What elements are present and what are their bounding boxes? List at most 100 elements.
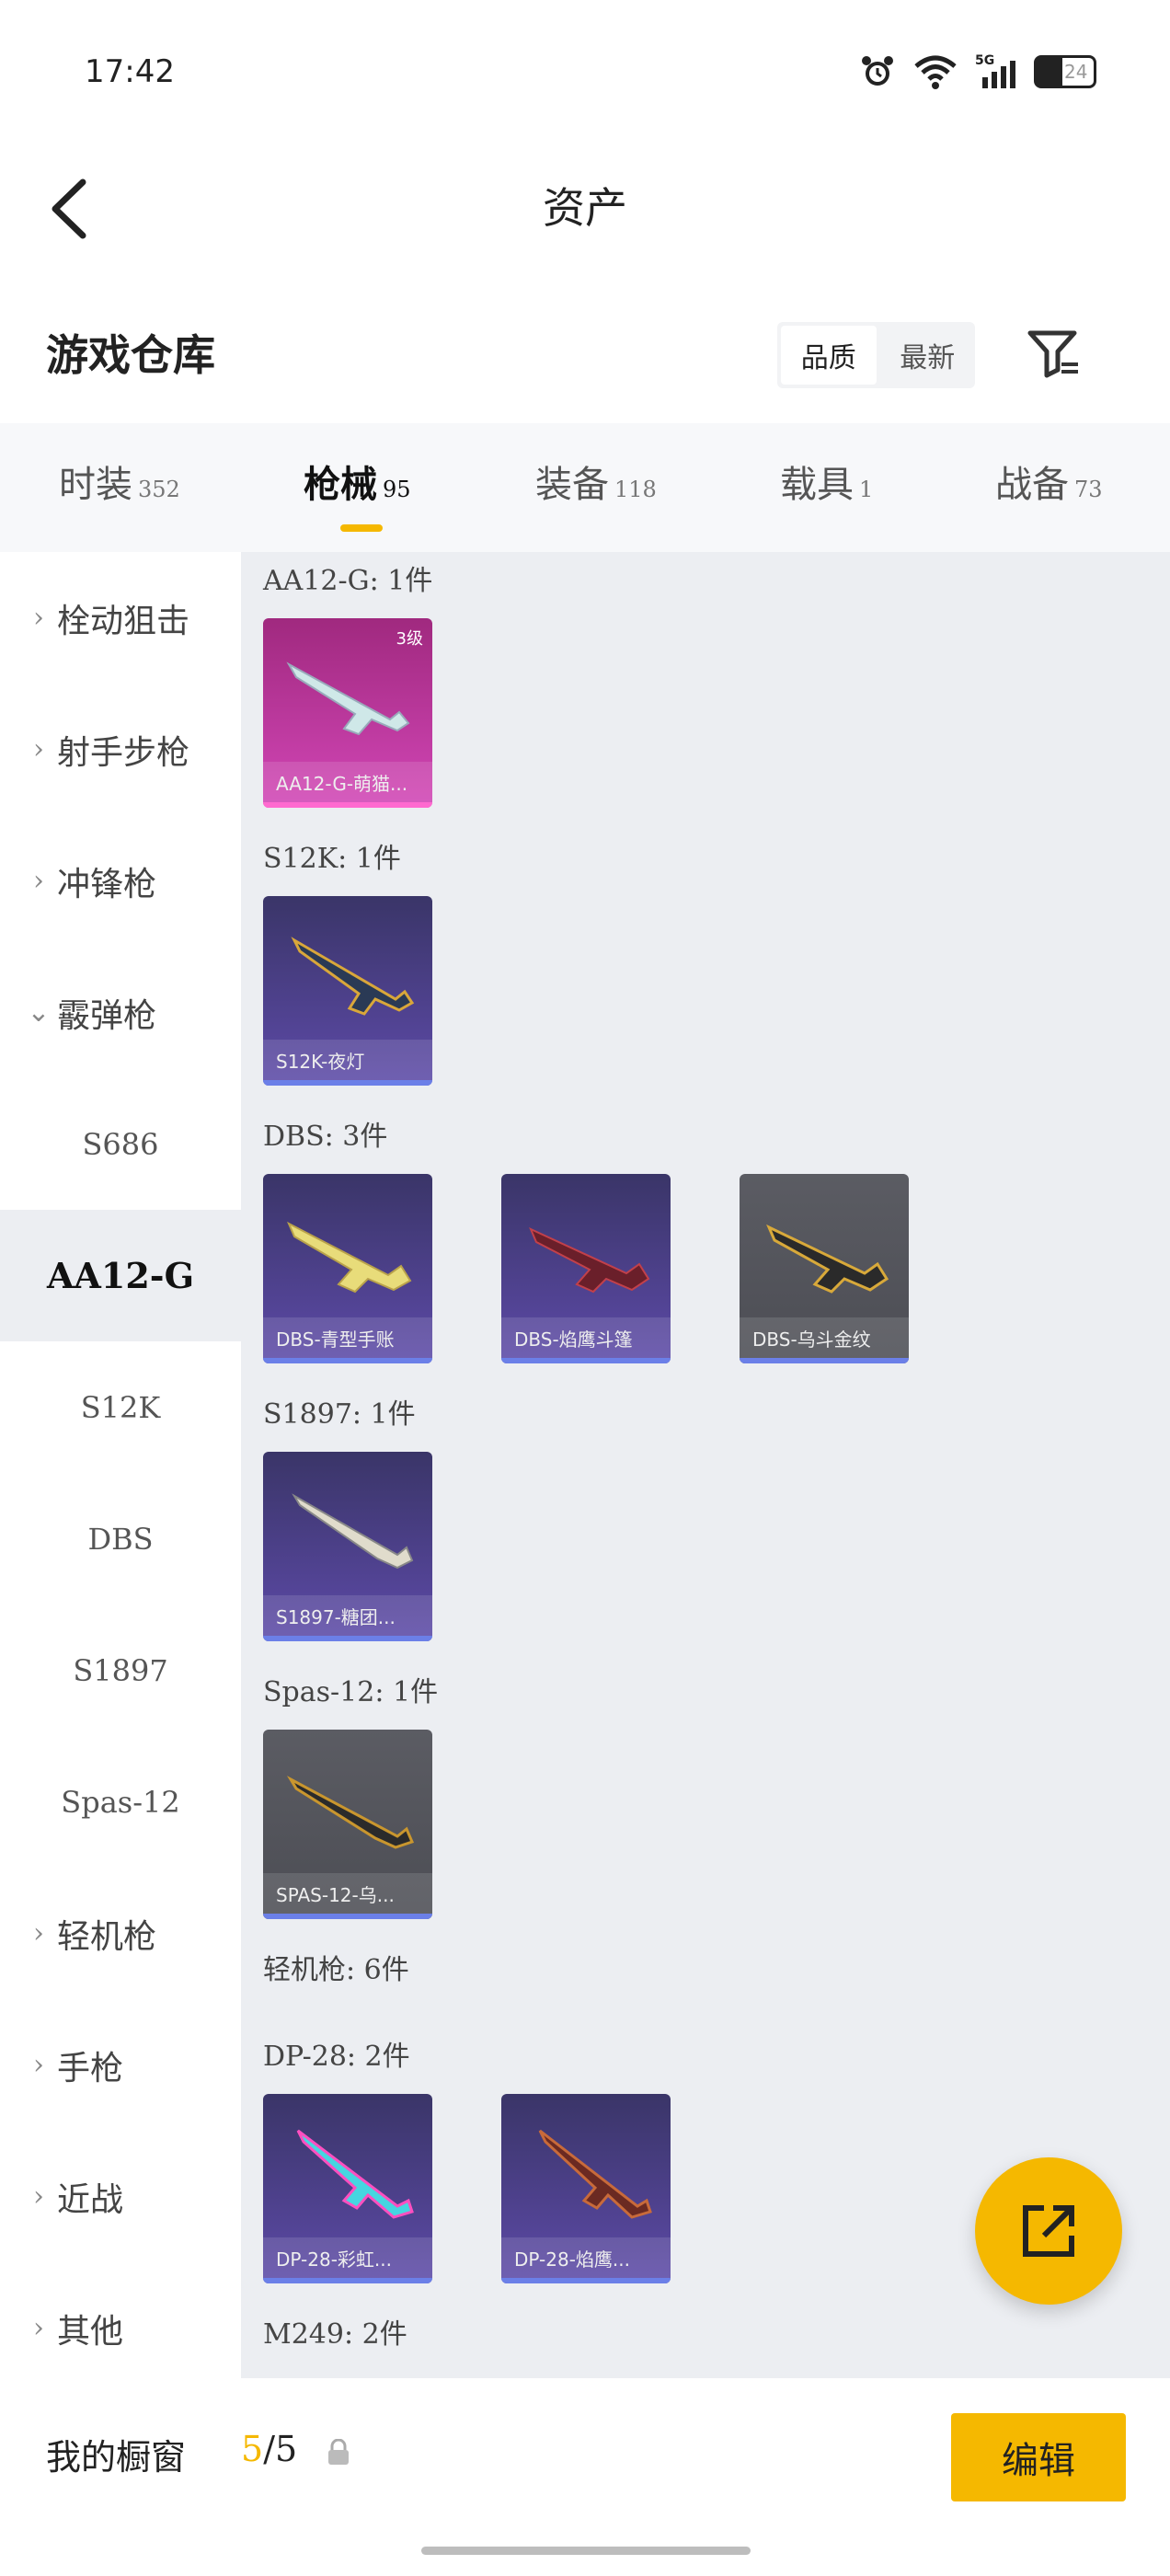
sidebar-subitem-s1897[interactable]: S1897 (0, 1604, 241, 1736)
warehouse-row: 游戏仓库 品质 最新 (0, 276, 1170, 423)
showcase-total: /5 (263, 2429, 298, 2469)
sidebar-item-melee[interactable]: › 近战 (0, 2131, 241, 2262)
weapon-card[interactable]: S1897-糖团... (263, 1452, 432, 1641)
edit-button[interactable]: 编辑 (951, 2413, 1126, 2501)
showcase-bar: 我的橱窗 5/5 编辑 (0, 2378, 1170, 2576)
shotgun-icon (529, 1227, 650, 1294)
share-button[interactable] (975, 2157, 1122, 2305)
sidebar-item-smg[interactable]: › 冲锋枪 (0, 815, 241, 947)
weapon-name: DBS-焰鹰斗篷 (501, 1317, 671, 1358)
group-label: Spas-12: 1件 (263, 1676, 439, 1708)
sidebar-item-bolt-sniper[interactable]: › 栓动狙击 (0, 552, 241, 684)
sort-latest-option[interactable]: 最新 (880, 322, 976, 388)
lock-icon (327, 2438, 350, 2470)
tab-label: 枪械 (304, 463, 377, 506)
category-tabs: 时装 352 枪械 95 装备 118 载具 1 战备 73 (0, 423, 1170, 552)
sidebar-item-other[interactable]: › 其他 (0, 2262, 241, 2394)
group-label: DBS: 3件 (263, 1121, 388, 1153)
group-label: M249: 2件 (263, 2318, 407, 2351)
sidebar-subitem-dbs[interactable]: DBS (0, 1473, 241, 1604)
shotgun-icon (292, 1493, 414, 1570)
group-label: S12K: 1件 (263, 843, 401, 875)
sidebar-item-label: 栓动狙击 (57, 602, 190, 640)
showcase-current: 5 (241, 2429, 264, 2469)
sidebar-item-label: 霰弹枪 (57, 996, 157, 1035)
tab-label: 时装 (59, 464, 132, 506)
sidebar-item-label: 轻机枪 (57, 1917, 157, 1956)
tab-count: 1 (859, 477, 874, 502)
tab-label: 载具 (780, 464, 854, 506)
sidebar-item-label: 冲锋枪 (57, 865, 157, 903)
sort-toggle: 品质 最新 (777, 322, 975, 388)
weapon-name: DBS-乌斗金纹 (740, 1317, 909, 1358)
lmg-icon (296, 2129, 414, 2219)
weapon-category-sidebar: › 栓动狙击 › 射手步枪 › 冲锋枪 ⌄ 霰弹枪 S686 AA12-G S1… (0, 552, 241, 2378)
sidebar-item-label: DBS (87, 1521, 154, 1557)
sidebar-subitem-aa12g[interactable]: AA12-G (0, 1210, 241, 1341)
weapon-card[interactable]: DBS-青型手账 (263, 1174, 432, 1363)
weapon-name: SPAS-12-乌... (263, 1873, 432, 1914)
lmg-icon (538, 2129, 652, 2219)
sidebar-subitem-s12k[interactable]: S12K (0, 1341, 241, 1473)
chevron-right-icon: › (33, 2180, 44, 2213)
group-label: 轻机枪: 6件 (263, 1954, 409, 1986)
weapon-content: AA12-G: 1件 3级 AA12-G-萌猫... S12K: 1件 S12K… (241, 552, 1170, 2378)
sidebar-item-label: S686 (82, 1126, 159, 1162)
sort-quality-option[interactable]: 品质 (781, 326, 877, 385)
status-icons: 5G 24 (859, 53, 1096, 90)
chevron-right-icon: › (33, 2312, 44, 2344)
filter-button[interactable] (1021, 322, 1087, 388)
showcase-label: 我的橱窗 (46, 2437, 187, 2478)
tab-vehicles[interactable]: 载具 1 (780, 454, 873, 508)
chevron-right-icon: › (33, 1917, 44, 1949)
weapon-card[interactable]: DP-28-彩虹... (263, 2094, 432, 2283)
home-indicator (421, 2547, 751, 2555)
sidebar-item-label: 手枪 (57, 2049, 124, 2087)
sidebar-item-lmg[interactable]: › 轻机枪 (0, 1868, 241, 1999)
active-tab-indicator (340, 524, 383, 532)
tab-count: 73 (1074, 477, 1103, 502)
sidebar-item-pistol[interactable]: › 手枪 (0, 1999, 241, 2131)
sidebar-item-shotgun[interactable]: ⌄ 霰弹枪 (0, 947, 241, 1078)
tab-fashion[interactable]: 时装 352 (59, 454, 180, 508)
share-icon (1023, 2205, 1074, 2257)
wifi-icon (912, 53, 958, 90)
weapon-card[interactable]: S12K-夜灯 (263, 896, 432, 1086)
chevron-down-icon: ⌄ (27, 996, 51, 1029)
tab-firearms[interactable]: 枪械 95 (304, 454, 411, 508)
shotgun-icon (286, 1776, 415, 1849)
warehouse-title: 游戏仓库 (46, 330, 215, 380)
weapon-card[interactable]: DBS-焰鹰斗篷 (501, 1174, 671, 1363)
weapon-name: S1897-糖团... (263, 1595, 432, 1636)
filter-icon (1027, 330, 1078, 378)
weapon-card[interactable]: SPAS-12-乌... (263, 1730, 432, 1919)
tab-supplies[interactable]: 战备 73 (995, 454, 1103, 508)
signal-icon: 5G (975, 53, 1017, 90)
weapon-card[interactable]: 3级 AA12-G-萌猫... (263, 618, 432, 808)
status-bar: 17:42 5G 24 (0, 0, 1170, 147)
battery-level: 24 (1064, 61, 1088, 83)
battery-icon: 24 (1034, 55, 1096, 88)
sidebar-subitem-spas12[interactable]: Spas-12 (0, 1736, 241, 1868)
weapon-card[interactable]: DP-28-焰鹰... (501, 2094, 671, 2283)
chevron-right-icon: › (33, 865, 44, 897)
sidebar-subitem-s686[interactable]: S686 (0, 1078, 241, 1210)
nav-header: 资产 (0, 147, 1170, 267)
chevron-right-icon: › (33, 2049, 44, 2081)
sidebar-item-label: 其他 (57, 2312, 124, 2351)
weapon-name: AA12-G-萌猫... (263, 762, 432, 802)
sidebar-item-marksman-rifle[interactable]: › 射手步枪 (0, 684, 241, 815)
alarm-icon (859, 53, 896, 90)
sidebar-item-label: 射手步枪 (57, 733, 190, 772)
chevron-right-icon: › (33, 602, 44, 634)
group-label: AA12-G: 1件 (263, 565, 433, 597)
group-label: DP-28: 2件 (263, 2041, 410, 2073)
shotgun-icon (286, 1221, 412, 1294)
svg-text:5G: 5G (975, 53, 994, 68)
weapon-card[interactable]: DBS-乌斗金纹 (740, 1174, 909, 1363)
sidebar-item-label: S1897 (73, 1652, 168, 1688)
sidebar-item-label: 近战 (57, 2180, 124, 2219)
status-time: 17:42 (85, 53, 175, 90)
sidebar-item-label: Spas-12 (61, 1784, 180, 1820)
tab-equipment[interactable]: 装备 118 (535, 454, 657, 508)
